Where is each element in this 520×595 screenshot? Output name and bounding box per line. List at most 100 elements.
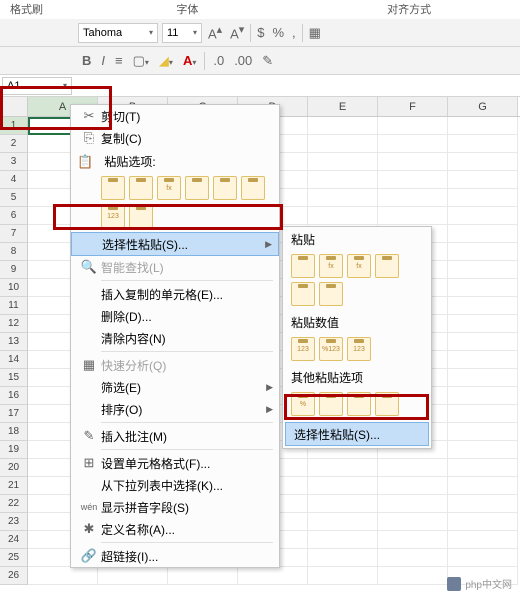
menu-insert-copied[interactable]: 插入复制的单元格(E)...	[71, 283, 279, 305]
cell[interactable]	[448, 315, 518, 333]
decrease-decimal-icon[interactable]: .0	[211, 53, 226, 68]
currency-icon[interactable]: $	[255, 25, 266, 40]
cell[interactable]	[308, 459, 378, 477]
cell[interactable]	[448, 423, 518, 441]
fill-color-icon[interactable]: ◢▾	[157, 53, 175, 69]
cell[interactable]	[378, 135, 448, 153]
col-header-e[interactable]: E	[308, 97, 378, 116]
cell[interactable]	[448, 351, 518, 369]
row-header[interactable]: 3	[0, 153, 28, 171]
format-icon[interactable]: ▦	[307, 25, 323, 41]
paste-icon[interactable]	[375, 392, 399, 416]
paste-icon[interactable]	[129, 176, 153, 200]
comma-icon[interactable]: ,	[290, 25, 298, 40]
menu-show-pinyin[interactable]: wén 显示拼音字段(S)	[71, 496, 279, 518]
cell[interactable]	[378, 117, 448, 135]
cell[interactable]	[448, 171, 518, 189]
row-header[interactable]: 7	[0, 225, 28, 243]
cell[interactable]	[448, 531, 518, 549]
row-header[interactable]: 24	[0, 531, 28, 549]
cell[interactable]	[378, 513, 448, 531]
row-header[interactable]: 16	[0, 387, 28, 405]
row-header[interactable]: 23	[0, 513, 28, 531]
cell[interactable]	[378, 207, 448, 225]
cell[interactable]	[378, 459, 448, 477]
cell[interactable]	[448, 297, 518, 315]
row-header[interactable]: 14	[0, 351, 28, 369]
menu-delete[interactable]: 删除(D)...	[71, 305, 279, 327]
paste-icon[interactable]	[185, 176, 209, 200]
paste-icon[interactable]	[347, 392, 371, 416]
paste-fx-icon[interactable]: fx	[157, 176, 181, 200]
cell[interactable]	[378, 189, 448, 207]
paste-123-icon[interactable]: 123	[347, 337, 371, 361]
cell[interactable]	[448, 405, 518, 423]
row-header[interactable]: 12	[0, 315, 28, 333]
cell[interactable]	[448, 135, 518, 153]
paste-pct-icon[interactable]: %123	[319, 337, 343, 361]
increase-decimal-icon[interactable]: .00	[232, 53, 254, 68]
font-size-dropdown[interactable]: 11▾	[162, 23, 202, 43]
paste-123-icon[interactable]: 123	[291, 337, 315, 361]
cell[interactable]	[238, 567, 308, 585]
cell[interactable]	[448, 189, 518, 207]
cell[interactable]	[308, 531, 378, 549]
row-header[interactable]: 26	[0, 567, 28, 585]
italic-icon[interactable]: I	[99, 53, 107, 68]
font-color-icon[interactable]: A▾	[181, 53, 198, 68]
paste-icon[interactable]	[101, 176, 125, 200]
paste-icon[interactable]	[291, 254, 315, 278]
paste-icon[interactable]	[213, 176, 237, 200]
menu-sort[interactable]: 排序(O) ▶	[71, 398, 279, 420]
paste-icon[interactable]	[129, 204, 153, 228]
border-icon[interactable]: ▢▾	[131, 53, 151, 69]
cell[interactable]	[448, 333, 518, 351]
cell[interactable]	[378, 171, 448, 189]
decrease-font-icon[interactable]: A▾	[228, 23, 246, 41]
cell[interactable]	[448, 279, 518, 297]
cell[interactable]	[308, 207, 378, 225]
cell[interactable]	[378, 567, 448, 585]
paste-icon[interactable]	[241, 176, 265, 200]
cell[interactable]	[378, 495, 448, 513]
cell[interactable]	[448, 513, 518, 531]
cell[interactable]	[28, 567, 98, 585]
row-header[interactable]: 2	[0, 135, 28, 153]
cell[interactable]	[308, 495, 378, 513]
cell[interactable]	[448, 477, 518, 495]
row-header[interactable]: 19	[0, 441, 28, 459]
submenu-paste-special[interactable]: 选择性粘贴(S)...	[285, 422, 429, 446]
row-header[interactable]: 8	[0, 243, 28, 261]
cell[interactable]	[308, 117, 378, 135]
cell[interactable]	[378, 531, 448, 549]
cell[interactable]	[448, 261, 518, 279]
name-box[interactable]: A1▾	[2, 77, 72, 95]
row-header[interactable]: 6	[0, 207, 28, 225]
menu-insert-comment[interactable]: ✎ 插入批注(M)	[71, 425, 279, 447]
paste-pct-icon[interactable]: %	[291, 392, 315, 416]
menu-hyperlink[interactable]: 🔗 超链接(I)...	[71, 545, 279, 567]
cell[interactable]	[448, 369, 518, 387]
row-header[interactable]: 1	[0, 117, 28, 135]
cell[interactable]	[448, 459, 518, 477]
row-header[interactable]: 13	[0, 333, 28, 351]
cell[interactable]	[448, 207, 518, 225]
cell[interactable]	[308, 477, 378, 495]
cell[interactable]	[448, 243, 518, 261]
row-header[interactable]: 4	[0, 171, 28, 189]
cell[interactable]	[448, 153, 518, 171]
cell[interactable]	[448, 495, 518, 513]
paste-icon[interactable]	[375, 254, 399, 278]
cell[interactable]	[448, 441, 518, 459]
cell[interactable]	[308, 549, 378, 567]
cell[interactable]	[448, 117, 518, 135]
cell[interactable]	[378, 549, 448, 567]
paste-123-icon[interactable]: 123	[101, 204, 125, 228]
cell[interactable]	[308, 513, 378, 531]
row-header[interactable]: 15	[0, 369, 28, 387]
cell[interactable]	[308, 153, 378, 171]
align-icon[interactable]: ≡	[113, 53, 125, 68]
bold-icon[interactable]: B	[80, 53, 93, 68]
row-header[interactable]: 25	[0, 549, 28, 567]
paste-icon[interactable]	[291, 282, 315, 306]
